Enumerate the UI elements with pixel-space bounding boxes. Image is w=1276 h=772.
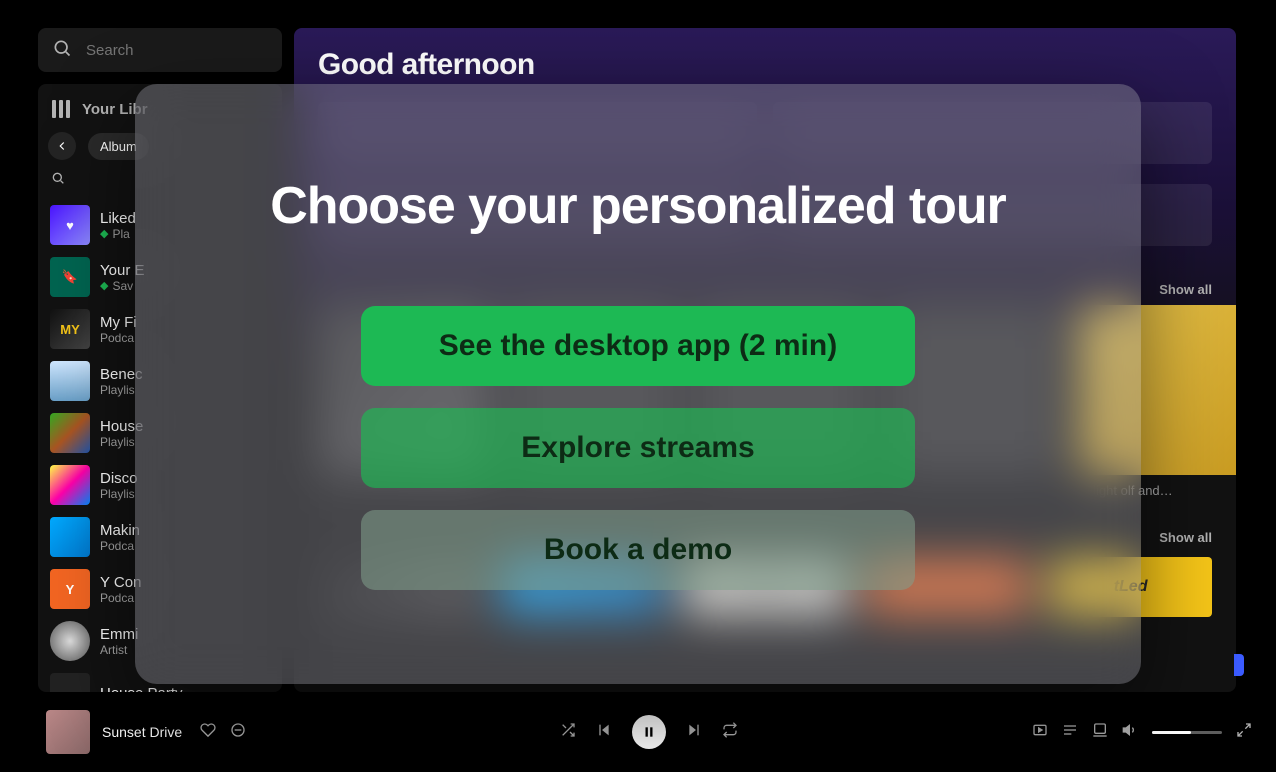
tour-streams-button[interactable]: Explore streams bbox=[361, 408, 915, 488]
tour-modal: Choose your personalized tour See the de… bbox=[135, 84, 1141, 684]
tour-desktop-button[interactable]: See the desktop app (2 min) bbox=[361, 306, 915, 386]
modal-backdrop[interactable]: Choose your personalized tour See the de… bbox=[0, 0, 1276, 772]
modal-title: Choose your personalized tour bbox=[270, 176, 1006, 236]
tour-demo-button[interactable]: Book a demo bbox=[361, 510, 915, 590]
modal-buttons: See the desktop app (2 min) Explore stre… bbox=[361, 306, 915, 590]
app-root: Your Libr Album ♥Liked◆Pla🔖Your E◆SavMYM… bbox=[0, 0, 1276, 772]
